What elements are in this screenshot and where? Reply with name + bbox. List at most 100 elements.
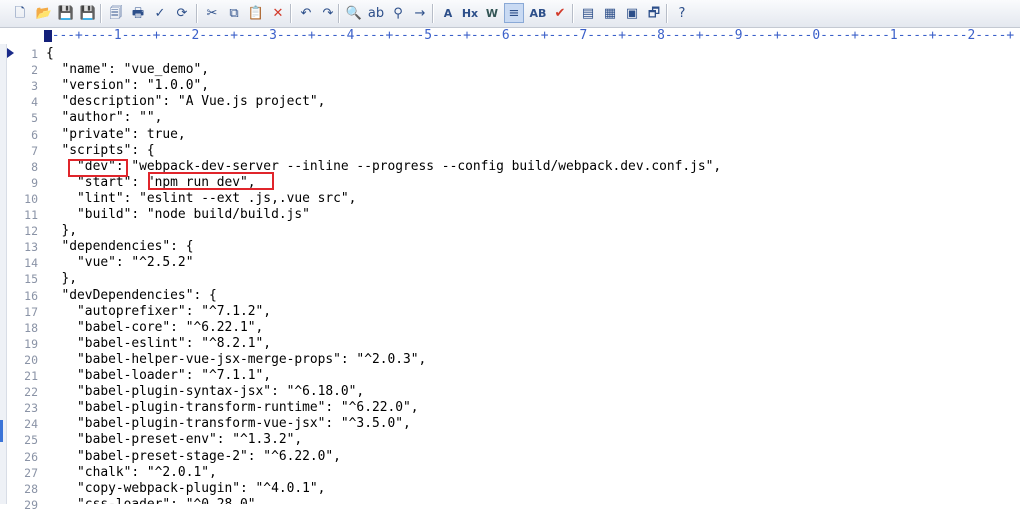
save-all-icon[interactable]: 💾 — [78, 3, 98, 23]
code-line[interactable]: "private": true, — [46, 127, 186, 143]
code-line[interactable]: "name": "vue_demo", — [46, 62, 209, 78]
line-number: 24 — [24, 417, 38, 432]
code-line[interactable]: "babel-core": "^6.22.1", — [46, 320, 263, 336]
word-wrap-icon[interactable]: W — [482, 3, 502, 23]
reload-icon[interactable]: ⟳ — [172, 3, 192, 23]
column-mode-glyph: AB — [529, 6, 547, 20]
line-number-gutter: 1 2 3 4 5 6 7 8 9 10 11 12 13 14 15 16 17 18 19 20 21 22 23 24 2… — [0, 44, 44, 512]
find-in-files-icon[interactable]: ⚲ — [388, 3, 408, 23]
toolbar-separator — [572, 4, 574, 23]
delete-icon[interactable]: ✕ — [268, 3, 288, 23]
line-number: 20 — [24, 352, 38, 367]
delete-glyph: ✕ — [272, 5, 284, 21]
code-line[interactable]: "lint": "eslint --ext .js,.vue src", — [46, 191, 356, 207]
highlight-dev-key — [68, 159, 128, 177]
line-number: 7 — [31, 143, 38, 158]
column-ruler: ----+----1----+----2----+----3----+----4… — [44, 28, 1020, 44]
line-number: 12 — [24, 224, 38, 239]
code-line[interactable]: "chalk": "^2.0.1", — [46, 465, 217, 481]
cut-icon[interactable]: ✂ — [202, 3, 222, 23]
redo-icon[interactable]: ↷ — [318, 3, 338, 23]
line-number: 10 — [24, 191, 38, 206]
line-number: 18 — [24, 320, 38, 335]
hex-glyph: Hx — [461, 6, 479, 20]
find-icon[interactable]: 🔍 — [344, 3, 364, 23]
code-line[interactable]: "copy-webpack-plugin": "^4.0.1", — [46, 481, 325, 497]
code-line[interactable]: "babel-loader": "^7.1.1", — [46, 368, 271, 384]
line-number: 19 — [24, 336, 38, 351]
new-file-icon[interactable]: 🗋 — [10, 3, 30, 23]
goto-line-icon[interactable]: → — [410, 3, 430, 23]
undo-glyph: ↶ — [300, 5, 312, 21]
code-line[interactable]: "devDependencies": { — [46, 288, 217, 304]
save-glyph: 💾 — [57, 5, 75, 21]
code-line[interactable]: "babel-plugin-transform-vue-jsx": "^3.5.… — [46, 416, 411, 432]
save-icon[interactable]: 💾 — [56, 3, 76, 23]
toolbar-separator — [432, 4, 434, 23]
view-icon-2[interactable]: ▦ — [600, 3, 620, 23]
code-line[interactable]: "vue": "^2.5.2" — [46, 255, 193, 271]
code-line[interactable]: }, — [46, 223, 78, 239]
line-number: 22 — [24, 385, 38, 400]
view-icon-4[interactable]: 🗗 — [644, 3, 664, 23]
line-number: 5 — [31, 111, 38, 126]
code-line[interactable]: "babel-preset-env": "^1.3.2", — [46, 432, 302, 448]
line-numbers-glyph: ≡ — [508, 5, 520, 21]
line-number: 25 — [24, 433, 38, 448]
column-mode-icon[interactable]: AB — [528, 3, 548, 23]
code-line[interactable]: "build": "node build/build.js" — [46, 207, 310, 223]
line-numbers-icon[interactable]: ≡ — [504, 3, 524, 23]
code-line[interactable]: "css-loader": "^0.28.0", — [46, 497, 263, 504]
cut-glyph: ✂ — [206, 5, 218, 21]
toolbar-separator — [290, 4, 292, 23]
font-glyph: A — [443, 6, 453, 20]
spell-check-glyph: ✓ — [154, 5, 166, 21]
code-line[interactable]: "babel-preset-stage-2": "^6.22.0", — [46, 449, 341, 465]
replace-glyph: ab — [367, 5, 385, 21]
font-icon[interactable]: A — [438, 3, 458, 23]
line-number: 28 — [24, 481, 38, 496]
code-line[interactable]: "babel-plugin-transform-runtime": "^6.22… — [46, 400, 419, 416]
code-line[interactable]: "babel-helper-vue-jsx-merge-props": "^2.… — [46, 352, 426, 368]
open-file-icon[interactable]: 📂 — [34, 3, 54, 23]
code-line[interactable]: "babel-plugin-syntax-jsx": "^6.18.0", — [46, 384, 364, 400]
print-preview-icon[interactable]: 🗐 — [106, 3, 126, 23]
hex-icon[interactable]: Hx — [460, 3, 480, 23]
highlight-start-value — [148, 172, 274, 190]
view-icon-3[interactable]: ▣ — [622, 3, 642, 23]
replace-icon[interactable]: ab — [366, 3, 386, 23]
undo-icon[interactable]: ↶ — [296, 3, 316, 23]
code-line[interactable]: { — [46, 46, 54, 62]
code-line[interactable]: "autoprefixer": "^7.1.2", — [46, 304, 271, 320]
code-line[interactable]: "scripts": { — [46, 143, 155, 159]
code-line[interactable]: "dependencies": { — [46, 239, 194, 255]
view-glyph: ▦ — [603, 5, 617, 21]
code-line[interactable]: "version": "1.0.0", — [46, 78, 209, 94]
view-icon-1[interactable]: ▤ — [578, 3, 598, 23]
text-editor[interactable]: { "name": "vue_demo", "version": "1.0.0"… — [44, 44, 1020, 504]
code-line[interactable]: "babel-eslint": "^8.2.1", — [46, 336, 271, 352]
copy-glyph: ⧉ — [229, 5, 239, 21]
print-preview-glyph: 🗐 — [109, 5, 123, 21]
toolbar-separator — [338, 4, 340, 23]
line-number: 27 — [24, 465, 38, 480]
line-number: 2 — [31, 63, 38, 78]
line-number: 9 — [31, 175, 38, 190]
paste-icon[interactable]: 📋 — [246, 3, 266, 23]
check-glyph: ✔ — [554, 5, 566, 21]
print-icon[interactable]: 🖶 — [128, 3, 148, 23]
new-file-glyph: 🗋 — [14, 5, 26, 21]
spell-check-icon[interactable]: ✓ — [150, 3, 170, 23]
line-number: 13 — [24, 240, 38, 255]
redo-glyph: ↷ — [322, 5, 334, 21]
check-icon[interactable]: ✔ — [550, 3, 570, 23]
help-icon[interactable]: ? — [672, 3, 692, 23]
code-line[interactable]: }, — [46, 271, 78, 287]
code-line[interactable]: "description": "A Vue.js project", — [46, 94, 326, 110]
find-in-files-glyph: ⚲ — [393, 5, 403, 21]
find-glyph: 🔍 — [345, 5, 363, 21]
line-number: 14 — [24, 256, 38, 271]
code-line[interactable]: "author": "", — [46, 110, 163, 126]
copy-icon[interactable]: ⧉ — [224, 3, 244, 23]
help-glyph: ? — [678, 5, 686, 21]
